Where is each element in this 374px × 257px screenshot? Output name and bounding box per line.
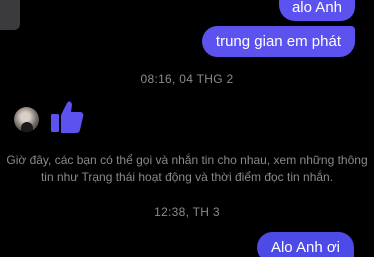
message-bubble-self[interactable]: Alo Anh ơi [256,232,354,257]
message-timestamp: 08:16, 04 THG 2 [140,72,234,86]
message-timestamp: 12:38, TH 3 [154,205,220,219]
message-bubble-self[interactable]: alo Anh [278,0,355,21]
thumbs-up-icon[interactable] [50,99,84,135]
media-thumbnail[interactable] [0,0,20,30]
contact-avatar[interactable] [14,107,39,132]
message-bubble-self[interactable]: trung gian em phát [201,26,355,57]
chat-thread: alo Anh trung gian em phát 08:16, 04 THG… [0,0,374,257]
connection-notice: Giờ đây, các bạn có thể gọi và nhắn tin … [6,153,368,184]
